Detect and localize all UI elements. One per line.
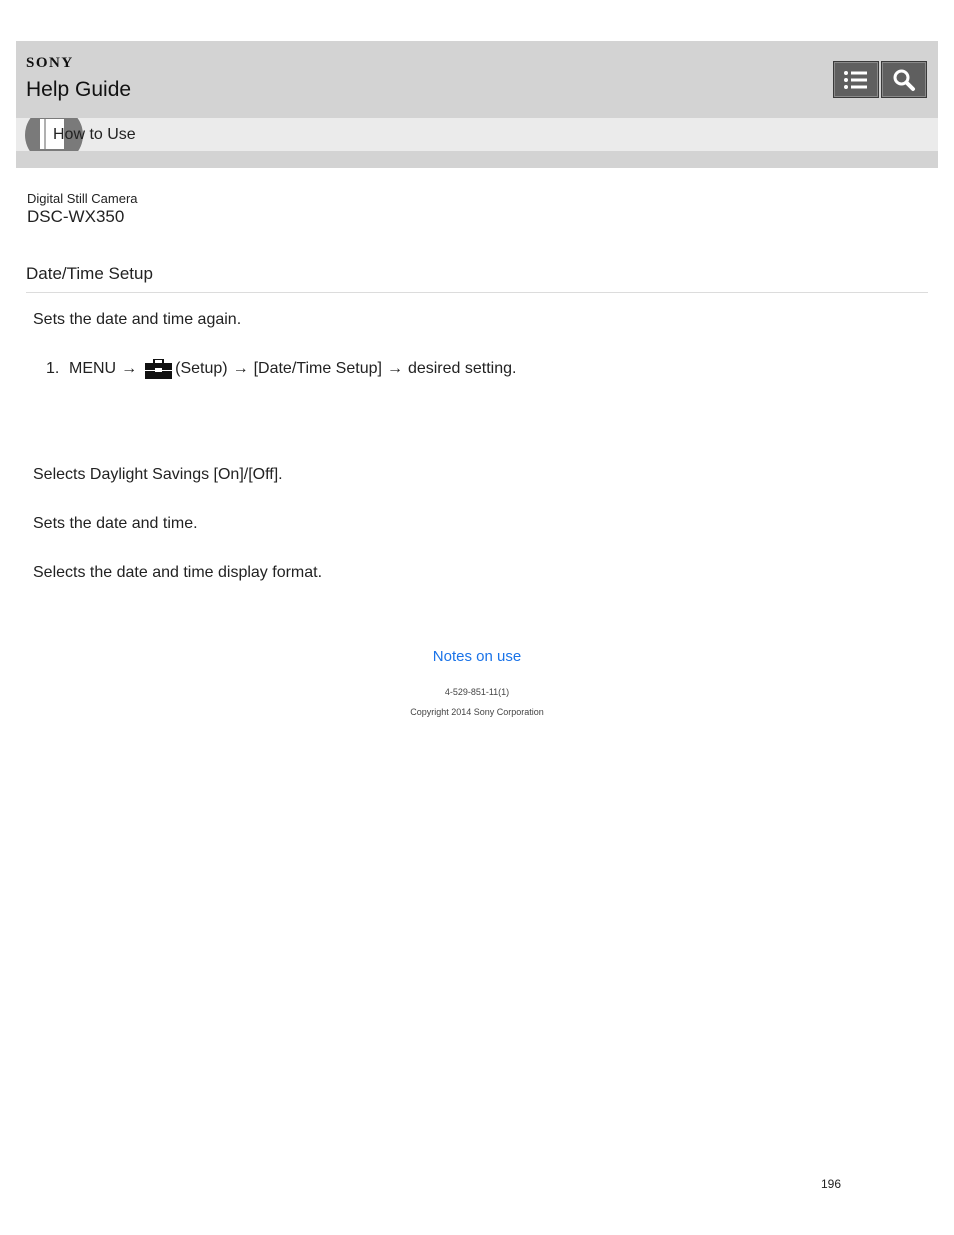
document-id: 4-529-851-11(1)	[444, 687, 510, 697]
breadcrumb: How to Use	[16, 118, 938, 151]
intro-text: Sets the date and time again.	[33, 311, 242, 328]
step-menu: MENU	[69, 360, 117, 377]
step-number: 1.	[46, 360, 60, 377]
page-title: Date/Time Setup	[26, 264, 153, 283]
step-item: [Date/Time Setup]	[253, 360, 382, 377]
product-category: Digital Still Camera	[27, 191, 138, 206]
search-button[interactable]	[881, 61, 927, 98]
notes-on-use-link[interactable]: Notes on use	[0, 648, 954, 665]
copyright: Copyright 2014 Sony Corporation	[410, 707, 544, 717]
list-icon	[844, 70, 867, 89]
step-arrow-3: →	[386, 360, 403, 377]
step-1: 1. MENU → (Setup) → [Date/Time Setup] → …	[46, 359, 516, 379]
sony-logo: SONY	[26, 55, 74, 71]
title-divider	[26, 292, 928, 293]
item-date-format: Selects the date and time display format…	[33, 564, 323, 581]
table-of-contents-button[interactable]	[833, 61, 879, 98]
item-date-time: Sets the date and time.	[33, 515, 198, 532]
how-to-use-link[interactable]: How to Use	[53, 126, 136, 144]
page-number: 196	[821, 1177, 842, 1191]
step-arrow-2: →	[232, 360, 249, 377]
step-setup-label: (Setup)	[175, 360, 228, 377]
help-guide-title: Help Guide	[26, 78, 132, 101]
search-icon	[893, 69, 915, 91]
item-daylight-savings: Selects Daylight Savings [On]/[Off].	[33, 466, 283, 483]
toolbox-icon	[145, 359, 173, 379]
product-model: DSC-WX350	[27, 207, 125, 226]
step-end: desired setting.	[407, 360, 517, 377]
header-bar: SONY Help Guide How to Use	[16, 41, 938, 168]
step-arrow-1: →	[121, 360, 138, 377]
